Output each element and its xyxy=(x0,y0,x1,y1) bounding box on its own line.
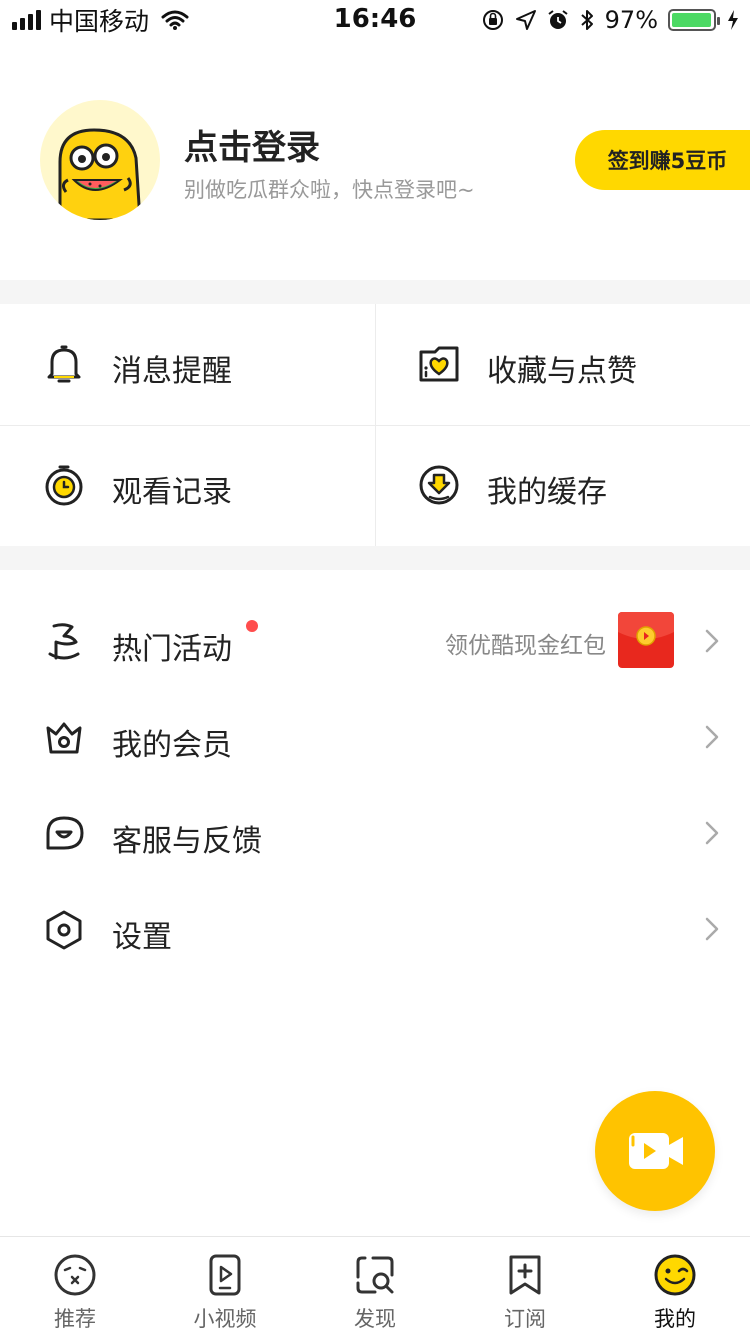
tab-label: 小视频 xyxy=(193,1307,257,1331)
upload-video-button[interactable] xyxy=(595,1091,715,1211)
tab-label: 发现 xyxy=(354,1307,396,1331)
bookmark-plus-icon xyxy=(509,1255,541,1295)
grid-item-label: 收藏与点赞 xyxy=(487,354,637,389)
menu-item-label: 热门活动 xyxy=(112,632,232,667)
flag-icon xyxy=(48,623,80,660)
status-bar: 中国移动 16:46 97% xyxy=(0,0,750,40)
grid-item-label: 消息提醒 xyxy=(112,354,232,389)
menu-item-support[interactable]: 客服与反馈 xyxy=(0,786,750,882)
checkin-button[interactable]: 签到赚5豆币 xyxy=(575,130,750,190)
bluetooth-icon xyxy=(580,10,593,30)
avatar-face-icon xyxy=(58,128,142,220)
activity-promo-text: 领优酷现金红包 xyxy=(445,633,606,659)
grid-item-label: 我的缓存 xyxy=(487,475,607,510)
grid-item-favorites[interactable]: 收藏与点赞 xyxy=(375,304,750,425)
location-icon xyxy=(515,10,536,30)
avatar[interactable] xyxy=(40,100,160,220)
grid-item-label: 观看记录 xyxy=(112,475,232,510)
notification-dot xyxy=(246,620,258,632)
rotation-lock-icon xyxy=(482,10,503,30)
stopwatch-icon xyxy=(45,465,83,506)
tab-label: 订阅 xyxy=(504,1307,546,1331)
bell-icon xyxy=(47,345,81,383)
shortcut-grid: 消息提醒 收藏与点赞 观看记录 我的缓存 xyxy=(0,304,750,546)
tab-label: 推荐 xyxy=(54,1307,96,1331)
login-title[interactable]: 点击登录 xyxy=(184,120,320,169)
crown-icon xyxy=(46,722,82,754)
bottom-tab-bar: 推荐 小视频 发现 订阅 我的 xyxy=(0,1236,750,1334)
chevron-right-icon xyxy=(705,821,719,845)
video-camera-icon xyxy=(629,1133,683,1169)
menu-item-label: 设置 xyxy=(112,920,172,955)
chevron-right-icon xyxy=(705,725,719,749)
grid-item-downloads[interactable]: 我的缓存 xyxy=(375,425,750,546)
tab-subscribe[interactable]: 订阅 xyxy=(450,1237,600,1334)
red-envelope-icon xyxy=(618,612,674,668)
search-frame-icon xyxy=(356,1256,394,1294)
hexagon-settings-icon xyxy=(46,910,82,950)
phone-play-icon xyxy=(209,1254,241,1296)
battery-percent: 97% xyxy=(604,6,658,34)
face-icon xyxy=(54,1254,96,1296)
menu-item-label: 客服与反馈 xyxy=(112,824,262,859)
tab-short-video[interactable]: 小视频 xyxy=(150,1237,300,1334)
grid-item-notifications[interactable]: 消息提醒 xyxy=(0,304,375,425)
menu-item-membership[interactable]: 我的会员 xyxy=(0,690,750,786)
chevron-right-icon xyxy=(705,629,719,653)
wink-face-icon xyxy=(654,1254,696,1296)
tab-recommend[interactable]: 推荐 xyxy=(0,1237,150,1334)
tab-label: 我的 xyxy=(654,1307,696,1331)
charging-icon xyxy=(728,10,738,30)
section-divider xyxy=(0,546,750,570)
menu-item-settings[interactable]: 设置 xyxy=(0,882,750,978)
grid-divider xyxy=(0,425,750,426)
grid-item-history[interactable]: 观看记录 xyxy=(0,425,375,546)
battery-icon xyxy=(668,9,720,31)
download-icon xyxy=(419,465,459,505)
section-divider xyxy=(0,280,750,304)
menu-item-label: 我的会员 xyxy=(112,728,232,763)
login-subtitle: 别做吃瓜群众啦，快点登录吧~ xyxy=(184,178,475,202)
alarm-icon xyxy=(548,10,568,29)
profile-header[interactable]: 点击登录 别做吃瓜群众啦，快点登录吧~ 签到赚5豆币 xyxy=(0,100,750,220)
chevron-right-icon xyxy=(705,917,719,941)
heart-folder-icon xyxy=(419,346,459,382)
menu-item-activities[interactable]: 热门活动 领优酷现金红包 xyxy=(0,594,750,690)
tab-discover[interactable]: 发现 xyxy=(300,1237,450,1334)
chat-icon xyxy=(46,816,84,850)
tab-mine[interactable]: 我的 xyxy=(600,1237,750,1334)
